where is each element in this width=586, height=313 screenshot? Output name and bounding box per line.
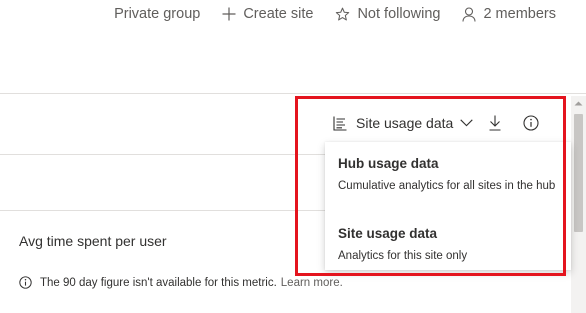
star-icon: [335, 7, 350, 22]
usage-view-label: Site usage data: [356, 115, 454, 131]
privacy-label: Private group: [114, 6, 200, 22]
scrollbar-thumb[interactable]: [574, 114, 583, 232]
download-icon: [489, 115, 501, 131]
members-label: 2 members: [483, 6, 556, 22]
metric-availability-note: The 90 day figure isn't available for th…: [19, 276, 343, 289]
row-divider: [0, 210, 325, 211]
report-toolbar: Site usage data: [333, 108, 539, 138]
menu-item-description: Analytics for this site only: [338, 250, 468, 262]
members-button[interactable]: 2 members: [462, 6, 556, 22]
scroll-up-arrow-icon[interactable]: [571, 100, 586, 112]
note-text: The 90 day figure isn't available for th…: [40, 276, 277, 289]
menu-item-title: Hub usage data: [338, 156, 439, 171]
download-button[interactable]: [489, 115, 501, 131]
info-button[interactable]: [523, 115, 539, 131]
info-icon: [523, 115, 539, 131]
follow-button[interactable]: Not following: [335, 6, 440, 22]
page: Private group Create site Not following …: [0, 0, 586, 313]
report-icon: [333, 116, 347, 131]
follow-label: Not following: [357, 6, 441, 22]
create-site-label: Create site: [243, 6, 314, 22]
site-header: Private group Create site Not following …: [0, 0, 586, 28]
plus-icon: [222, 7, 236, 21]
header-divider: [0, 93, 586, 94]
metric-title: Avg time spent per user: [19, 233, 167, 249]
usage-view-dropdown[interactable]: Site usage data: [333, 115, 473, 131]
info-icon: [19, 276, 32, 289]
usage-view-menu: Hub usage data Cumulative analytics for …: [325, 142, 571, 270]
menu-item-hub-usage[interactable]: Hub usage data Cumulative analytics for …: [325, 142, 571, 206]
chevron-down-icon: [460, 119, 473, 127]
create-site-button[interactable]: Create site: [222, 6, 313, 22]
vertical-scrollbar[interactable]: [571, 96, 586, 313]
privacy-text: Private group: [114, 6, 201, 22]
person-icon: [462, 6, 477, 22]
learn-more-link[interactable]: Learn more.: [281, 277, 343, 289]
menu-item-title: Site usage data: [338, 226, 438, 241]
menu-item-site-usage[interactable]: Site usage data Analytics for this site …: [325, 206, 571, 270]
row-divider: [0, 154, 325, 155]
menu-item-description: Cumulative analytics for all sites in th…: [338, 180, 556, 192]
